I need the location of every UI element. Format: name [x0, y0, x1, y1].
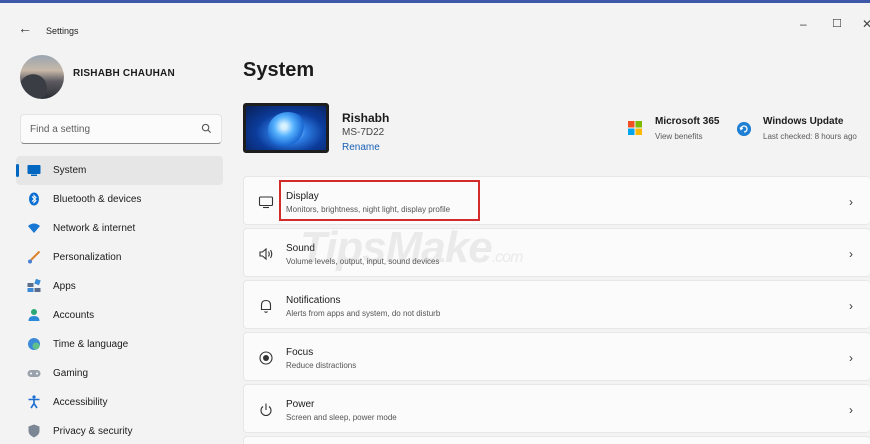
chevron-right-icon: › — [849, 403, 853, 417]
windows-update-subtitle: Last checked: 8 hours ago — [763, 132, 857, 141]
highlight-annotation — [279, 180, 480, 221]
sidebar-item-privacy[interactable]: Privacy & security — [16, 417, 223, 444]
sidebar-item-label: Accounts — [53, 310, 95, 321]
close-button[interactable]: ✕ — [862, 17, 870, 31]
search-placeholder: Find a setting — [30, 124, 91, 135]
card-sound[interactable]: Sound Volume levels, output, input, soun… — [243, 228, 870, 277]
sidebar-item-label: Accessibility — [53, 397, 108, 408]
sidebar-nav: System Bluetooth & devices Network & int… — [16, 156, 223, 444]
sidebar-item-label: Personalization — [53, 252, 122, 263]
chevron-right-icon: › — [849, 299, 853, 313]
sidebar-item-time-language[interactable]: Time & language — [16, 330, 223, 359]
app-title: Settings — [46, 26, 79, 36]
sidebar-item-accessibility[interactable]: Accessibility — [16, 388, 223, 417]
sidebar-item-label: System — [53, 165, 87, 176]
title-bar: ← Settings – ☐ ✕ — [0, 3, 870, 36]
sidebar-item-system[interactable]: System — [16, 156, 223, 185]
sidebar-item-label: Network & internet — [53, 223, 136, 234]
gamepad-icon — [27, 370, 41, 377]
active-indicator — [16, 164, 19, 177]
chevron-right-icon: › — [849, 247, 853, 261]
windows-update-icon[interactable] — [737, 122, 751, 136]
search-input[interactable]: Find a setting — [20, 114, 222, 144]
profile-name: RISHABH CHAUHAN — [73, 68, 175, 79]
card-title: Sound — [286, 243, 315, 254]
avatar — [20, 55, 64, 99]
monitor-icon — [27, 165, 41, 176]
sidebar-item-apps[interactable]: Apps — [16, 272, 223, 301]
power-icon — [260, 403, 272, 417]
sidebar-item-bluetooth[interactable]: Bluetooth & devices — [16, 185, 223, 214]
wallpaper-bloom — [268, 112, 308, 148]
settings-card-list: Display Monitors, brightness, night ligh… — [243, 176, 870, 444]
display-icon — [258, 196, 274, 209]
sidebar-item-label: Bluetooth & devices — [53, 194, 142, 205]
card-subtitle: Reduce distractions — [286, 361, 357, 370]
sidebar-item-gaming[interactable]: Gaming — [16, 359, 223, 388]
card-focus[interactable]: Focus Reduce distractions › — [243, 332, 870, 381]
accessibility-icon — [28, 395, 40, 409]
microsoft365-subtitle: View benefits — [655, 132, 703, 141]
card-title: Power — [286, 399, 315, 410]
sidebar-item-accounts[interactable]: Accounts — [16, 301, 223, 330]
microsoft-logo-icon[interactable] — [628, 121, 642, 135]
settings-window: ← Settings – ☐ ✕ RISHABH CHAUHAN Find a … — [0, 0, 870, 444]
maximize-button[interactable]: ☐ — [832, 17, 842, 30]
page-title: System — [243, 59, 315, 81]
brush-icon — [28, 250, 41, 264]
sidebar-item-network[interactable]: Network & internet — [16, 214, 223, 243]
person-icon — [28, 309, 40, 321]
card-title: Focus — [286, 347, 314, 358]
rename-link[interactable]: Rename — [342, 142, 380, 153]
card-display[interactable]: Display Monitors, brightness, night ligh… — [243, 176, 870, 225]
card-subtitle: Volume levels, output, input, sound devi… — [286, 257, 440, 266]
windows-update-title[interactable]: Windows Update — [763, 116, 843, 127]
card-notifications[interactable]: Notifications Alerts from apps and syste… — [243, 280, 870, 329]
chevron-right-icon: › — [849, 195, 853, 209]
back-button[interactable]: ← — [18, 21, 32, 35]
apps-icon — [27, 279, 41, 292]
chevron-right-icon: › — [849, 351, 853, 365]
globe-clock-icon — [28, 338, 40, 350]
bell-icon — [260, 299, 272, 313]
device-model: MS-7D22 — [342, 127, 385, 138]
minimize-button[interactable]: – — [800, 17, 807, 31]
sidebar-item-label: Time & language — [53, 339, 129, 350]
card-subtitle: Screen and sleep, power mode — [286, 413, 397, 422]
device-wallpaper-thumbnail — [243, 103, 329, 153]
card-next[interactable] — [243, 436, 870, 444]
card-subtitle: Alerts from apps and system, do not dist… — [286, 309, 441, 318]
speaker-icon — [259, 247, 273, 261]
sidebar-item-label: Apps — [53, 281, 76, 292]
wifi-icon — [28, 223, 40, 233]
sidebar-item-label: Privacy & security — [53, 426, 133, 437]
sidebar-item-personalization[interactable]: Personalization — [16, 243, 223, 272]
bluetooth-icon — [29, 192, 39, 206]
search-icon — [201, 123, 212, 134]
device-name: Rishabh — [342, 111, 390, 125]
focus-icon — [259, 351, 273, 365]
shield-icon — [28, 424, 40, 438]
microsoft365-title[interactable]: Microsoft 365 — [655, 116, 719, 127]
card-power[interactable]: Power Screen and sleep, power mode › — [243, 384, 870, 433]
sidebar-item-label: Gaming — [53, 368, 89, 379]
card-title: Notifications — [286, 295, 341, 306]
